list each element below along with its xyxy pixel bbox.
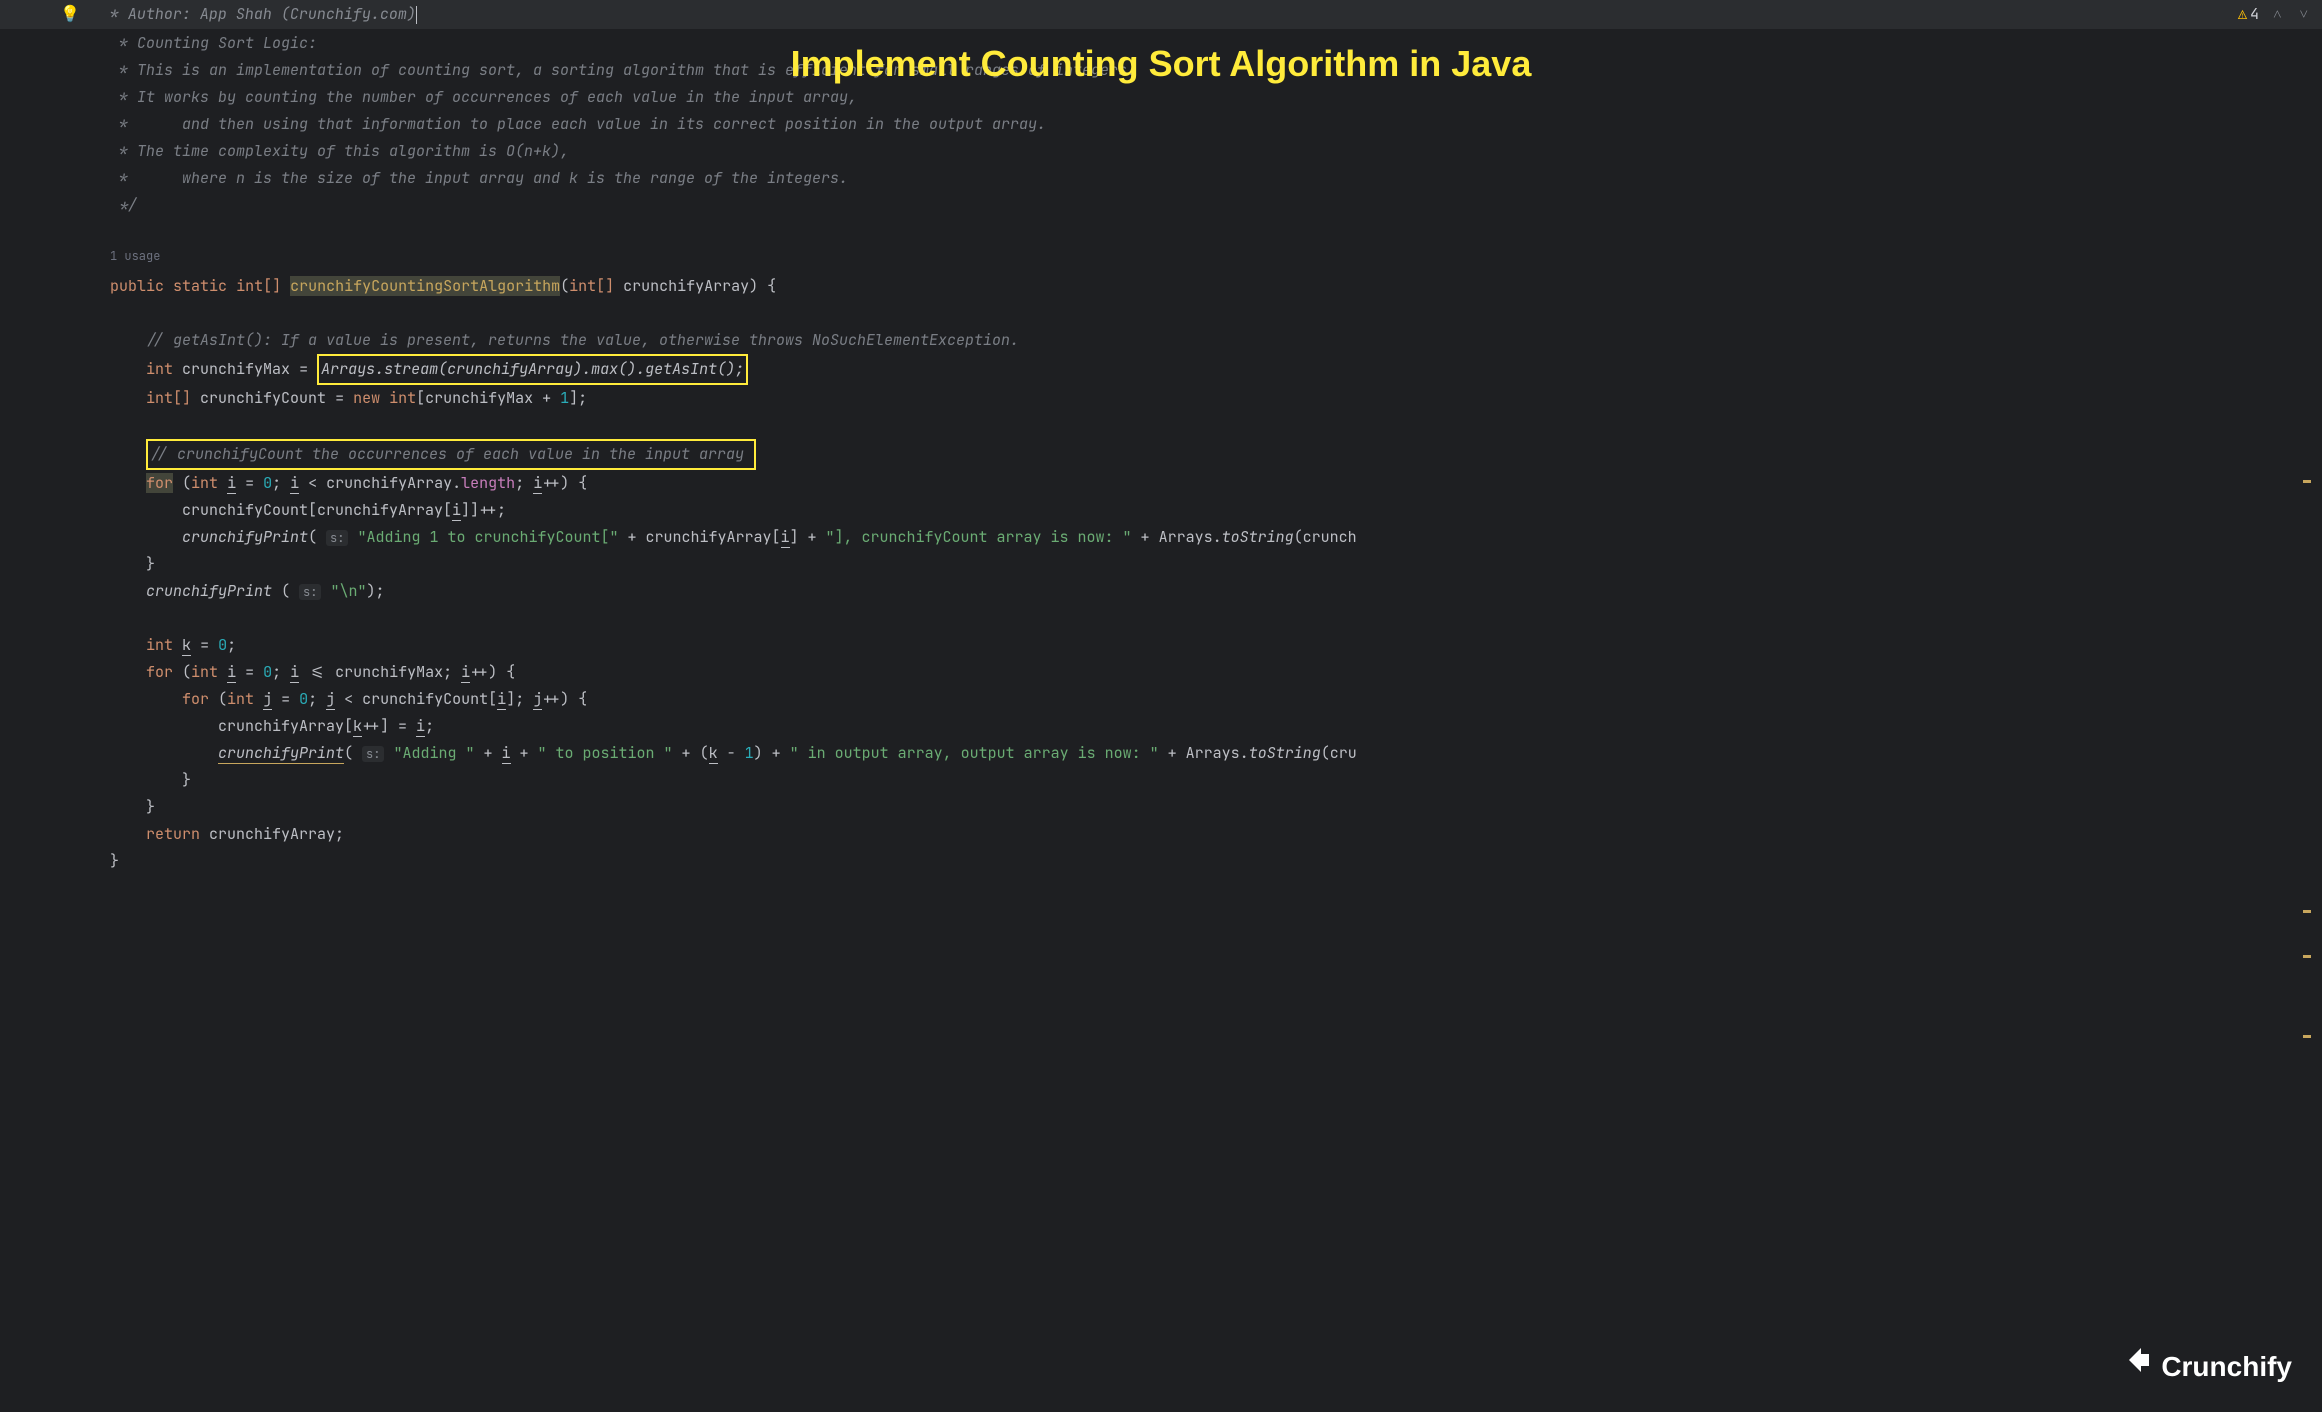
highlight-box-comment: // crunchifyCount the occurrences of eac…	[146, 439, 756, 470]
comment-line: * Counting Sort Logic:	[110, 33, 317, 53]
top-bar-code-preview: * Author: App Shah (Crunchify.com)	[80, 1, 2238, 28]
crunchify-logo-text: Crunchify	[2161, 1342, 2292, 1392]
scrollbar-warning-marker[interactable]	[2303, 910, 2311, 913]
crunchify-max-declaration: int crunchifyMax = Arrays.stream(crunchi…	[110, 354, 2322, 385]
crunchify-count-declaration: int[] crunchifyCount = new int[crunchify…	[110, 385, 2322, 412]
inner-for-loop: for (int j = 0; j < crunchifyCount[i]; j…	[110, 686, 2322, 713]
comment-line: // getAsInt(): If a value is present, re…	[146, 330, 1019, 350]
highlight-box-arrays-stream: Arrays.stream(crunchifyArray).max().getA…	[317, 354, 748, 385]
editor-top-bar: 💡 * Author: App Shah (Crunchify.com) ⚠ 4…	[0, 0, 2322, 30]
chevron-down-icon[interactable]: ˅	[2296, 1, 2312, 28]
return-statement: return crunchifyArray;	[110, 821, 2322, 848]
warning-count: 4	[2250, 1, 2259, 28]
comment-line: */	[110, 195, 137, 215]
assignment-line: crunchifyArray[k++] = i;	[110, 713, 2322, 740]
lightbulb-icon[interactable]: 💡	[60, 0, 80, 29]
comment-line: * The time complexity of this algorithm …	[110, 141, 569, 161]
chevron-up-icon[interactable]: ˄	[2269, 1, 2285, 28]
print-output-call: crunchifyPrint( s: "Adding " + i + " to …	[110, 740, 2322, 767]
vertical-scrollbar[interactable]	[2302, 35, 2314, 1412]
scrollbar-warning-marker[interactable]	[2303, 955, 2311, 958]
comment-line: * where n is the size of the input array…	[110, 168, 848, 188]
comment-line: * and then using that information to pla…	[110, 114, 1046, 134]
increment-line: crunchifyCount[crunchifyArray[i]]++;	[110, 497, 2322, 524]
scrollbar-warning-marker[interactable]	[2303, 480, 2311, 483]
outer-for-loop: for (int i = 0; i <= crunchifyMax; i++) …	[110, 659, 2322, 686]
for-loop-line: for (int i = 0; i < crunchifyArray.lengt…	[110, 470, 2322, 497]
warnings-badge[interactable]: ⚠ 4	[2238, 1, 2259, 28]
crunchify-logo: Crunchify	[2121, 1342, 2292, 1392]
usage-count-label[interactable]: 1 usage	[110, 246, 2322, 273]
top-bar-right-controls: ⚠ 4 ˄ ˅	[2238, 1, 2312, 28]
warning-triangle-icon: ⚠	[2238, 1, 2247, 28]
code-editor-area[interactable]: * Counting Sort Logic: * This is an impl…	[0, 30, 2322, 875]
print-call-line: crunchifyPrint( s: "Adding 1 to crunchif…	[110, 524, 2322, 551]
comment-line: * It works by counting the number of occ…	[110, 87, 857, 107]
k-declaration: int k = 0;	[110, 632, 2322, 659]
print-newline-call: crunchifyPrint ( s: "\n");	[110, 578, 2322, 605]
method-signature-line: public static int[] crunchifyCountingSor…	[110, 273, 2322, 300]
title-overlay: Implement Counting Sort Algorithm in Jav…	[791, 32, 1532, 97]
scrollbar-warning-marker[interactable]	[2303, 1035, 2311, 1038]
crunchify-logo-icon	[2121, 1342, 2153, 1392]
